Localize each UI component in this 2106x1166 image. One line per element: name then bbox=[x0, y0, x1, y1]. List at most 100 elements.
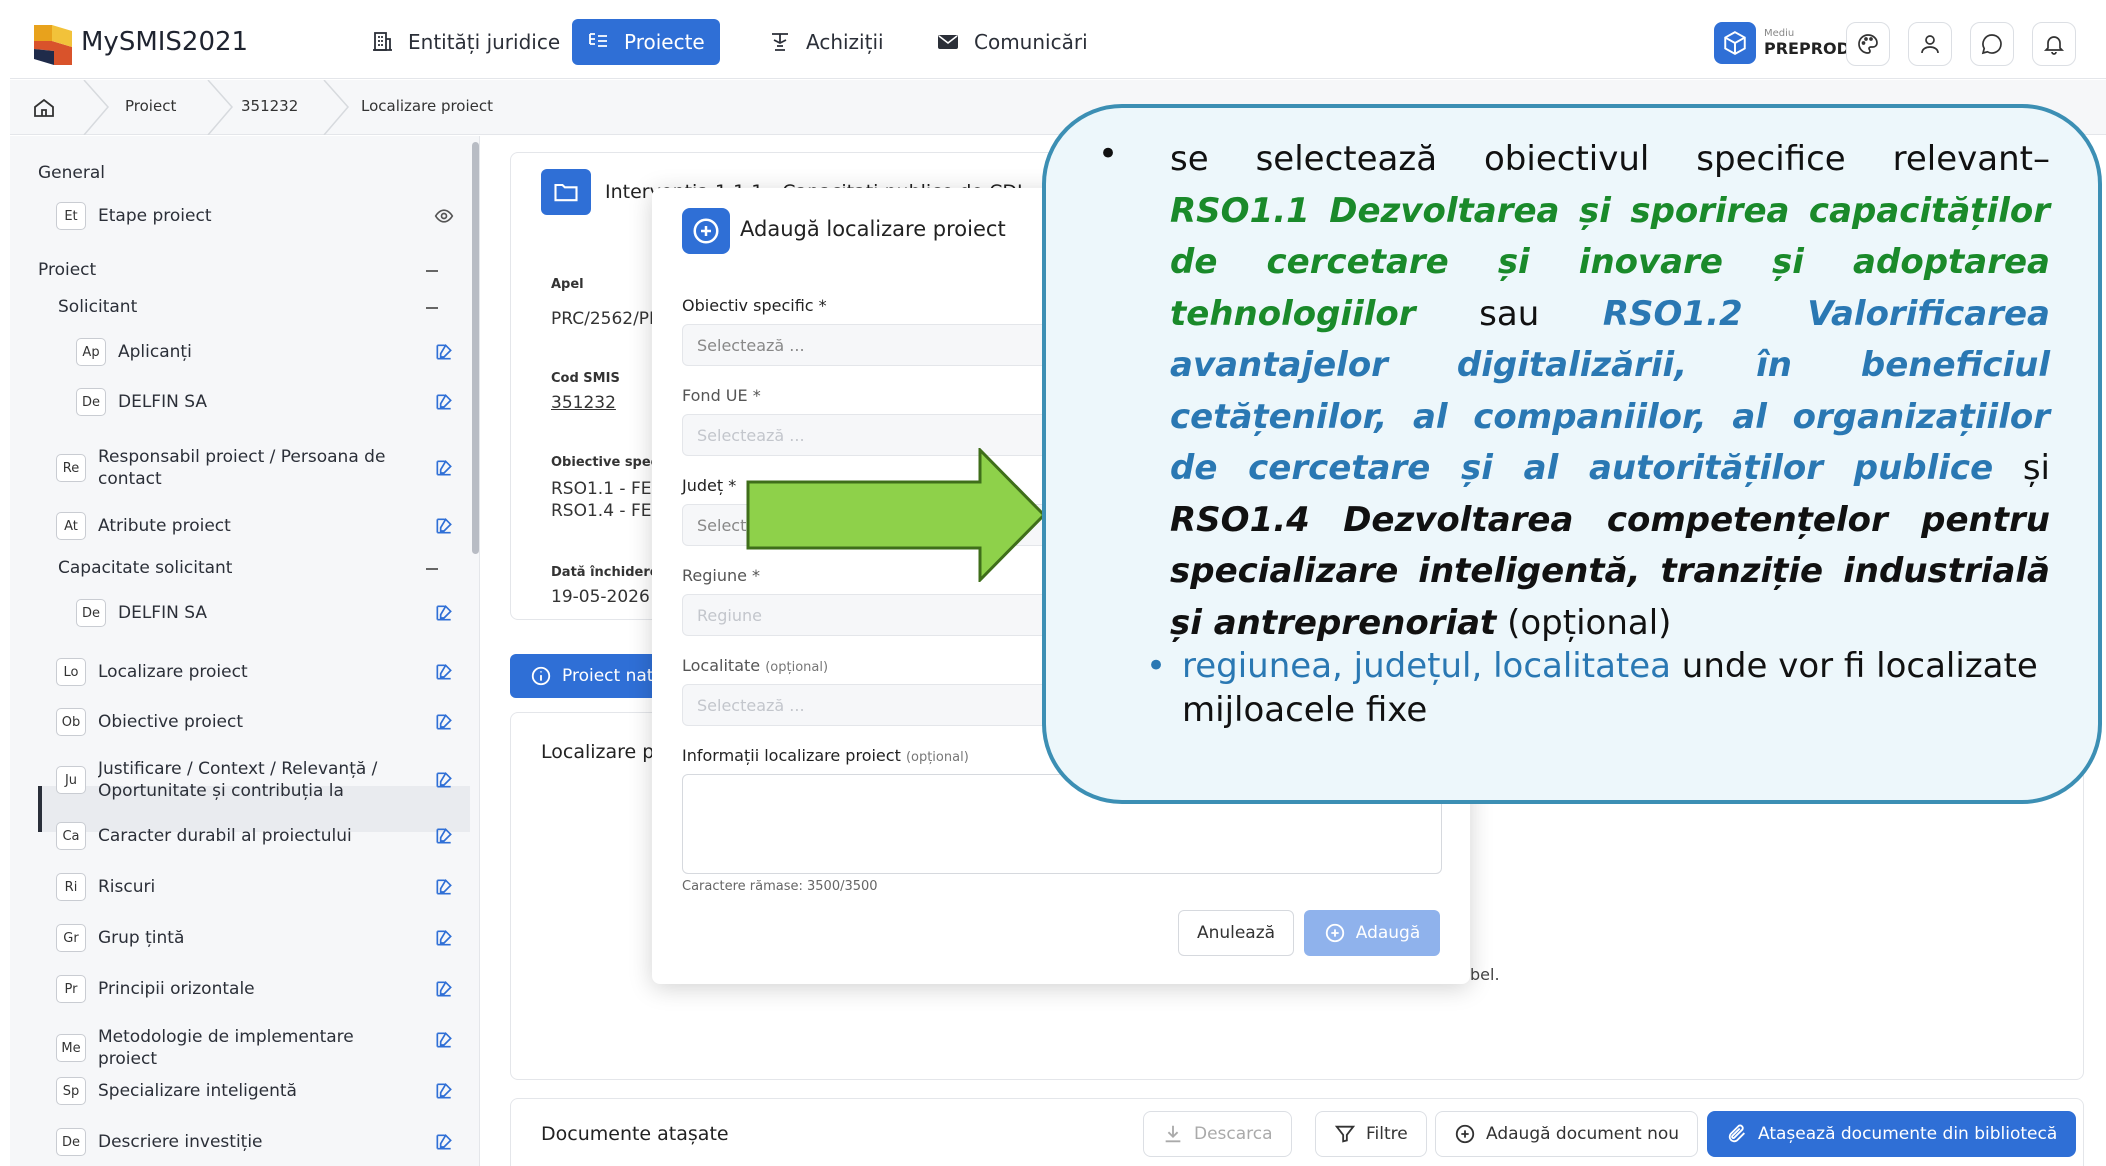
edit-icon[interactable] bbox=[434, 392, 454, 412]
sidebar-item-localizare[interactable]: Lo Localizare proiect bbox=[56, 658, 466, 686]
callout-sub-bullet: • regiunea, județul, localitatea unde vo… bbox=[1146, 646, 2038, 730]
item-label: Aplicanți bbox=[118, 342, 192, 362]
collapse-icon[interactable] bbox=[426, 568, 438, 570]
chat-icon bbox=[1981, 34, 2002, 55]
user-button[interactable] bbox=[1908, 22, 1952, 66]
sidebar-group-solicitant[interactable]: Solicitant bbox=[58, 297, 137, 317]
chat-button[interactable] bbox=[1970, 22, 2014, 66]
item-abbr: Lo bbox=[56, 658, 86, 686]
instruction-callout: • se selectează obiectivul specifice rel… bbox=[1042, 104, 2102, 804]
sidebar-item-grup-tinta[interactable]: Gr Grup țintă bbox=[56, 924, 466, 952]
item-abbr: Ju bbox=[56, 766, 86, 794]
mysmis-logo-icon[interactable] bbox=[32, 21, 74, 65]
sidebar-item-specializare[interactable]: Sp Specializare inteligentă bbox=[56, 1077, 466, 1105]
sidebar-scrollbar[interactable] bbox=[472, 142, 479, 554]
sidebar-item-descriere-investitie[interactable]: De Descriere investiție bbox=[56, 1128, 466, 1156]
item-label: Grup țintă bbox=[98, 928, 185, 948]
collapse-icon[interactable] bbox=[426, 307, 438, 309]
paperclip-icon bbox=[1728, 1124, 1745, 1143]
bullet-icon: • bbox=[1146, 646, 1167, 686]
collapse-icon[interactable] bbox=[426, 270, 438, 272]
sidebar-item-caracter-durabil[interactable]: Ca Caracter durabil al proiectului bbox=[56, 822, 466, 850]
breadcrumb-separator bbox=[207, 80, 233, 135]
button-label: Atașează documente din bibliotecă bbox=[1758, 1124, 2058, 1144]
character-counter: Caractere rămase: 3500/3500 bbox=[682, 879, 878, 894]
edit-icon[interactable] bbox=[434, 662, 454, 682]
sidebar-item-riscuri[interactable]: Ri Riscuri bbox=[56, 873, 466, 901]
button-label: Anulează bbox=[1196, 923, 1276, 943]
filtre-button[interactable]: Filtre bbox=[1315, 1111, 1427, 1157]
sidebar-item-atribute[interactable]: At Atribute proiect bbox=[56, 512, 466, 540]
item-abbr: Sp bbox=[56, 1077, 86, 1105]
download-icon bbox=[1165, 1125, 1181, 1143]
plus-circle-icon bbox=[1325, 923, 1344, 943]
eye-icon[interactable] bbox=[434, 206, 454, 226]
item-label: Specializare inteligentă bbox=[98, 1081, 297, 1101]
item-label: Obiective proiect bbox=[98, 712, 244, 732]
cancel-button[interactable]: Anulează bbox=[1178, 910, 1294, 956]
item-abbr: Me bbox=[56, 1034, 86, 1062]
top-navbar: MySMIS2021 Entități juridice Proiecte Ac… bbox=[10, 5, 2106, 79]
item-abbr: Ca bbox=[56, 822, 86, 850]
edit-icon[interactable] bbox=[434, 1081, 454, 1101]
nav-entitati-juridice[interactable]: Entități juridice bbox=[356, 19, 574, 65]
edit-icon[interactable] bbox=[434, 770, 454, 790]
edit-icon[interactable] bbox=[434, 458, 454, 478]
breadcrumb-project-id[interactable]: 351232 bbox=[241, 97, 298, 115]
plus-circle-icon bbox=[1455, 1124, 1475, 1144]
sidebar-group-proiect[interactable]: Proiect bbox=[38, 260, 96, 280]
cube-icon bbox=[1714, 22, 1756, 64]
edit-icon[interactable] bbox=[434, 342, 454, 362]
obiectiv-specific-label: Obiectiv specific * bbox=[682, 296, 827, 315]
sidebar-item-responsabil[interactable]: Re Responsabil proiect / Persoana de con… bbox=[56, 446, 466, 490]
background-text: bel. bbox=[1470, 965, 1500, 984]
descarca-button[interactable]: Descarca bbox=[1143, 1111, 1292, 1157]
edit-icon[interactable] bbox=[434, 712, 454, 732]
sidebar-item-etape[interactable]: Et Etape proiect bbox=[56, 202, 466, 230]
sidebar-item-principii[interactable]: Pr Principii orizontale bbox=[56, 975, 466, 1003]
breadcrumb-separator bbox=[83, 80, 109, 135]
notifications-button[interactable] bbox=[2032, 22, 2076, 66]
folder-icon bbox=[541, 169, 591, 215]
environment-badge[interactable]: Mediu PREPROD bbox=[1714, 20, 1850, 66]
nav-comunicari[interactable]: Comunicări bbox=[922, 19, 1102, 65]
select-placeholder: Selectează ... bbox=[697, 695, 805, 715]
bell-icon bbox=[2043, 36, 2065, 55]
edit-icon[interactable] bbox=[434, 928, 454, 948]
sidebar-item-obiective[interactable]: Ob Obiective proiect bbox=[56, 708, 466, 736]
cod-smis-label: Cod SMIS bbox=[551, 371, 620, 386]
edit-icon[interactable] bbox=[434, 516, 454, 536]
breadcrumb-proiect[interactable]: Proiect bbox=[125, 97, 176, 115]
nav-label: Proiecte bbox=[624, 30, 705, 54]
item-label: Responsabil proiect / Persoana de contac… bbox=[98, 447, 386, 489]
add-button[interactable]: Adaugă bbox=[1304, 910, 1440, 956]
sidebar-item-delfin-capacitate[interactable]: De DELFIN SA bbox=[76, 599, 466, 627]
nav-achizitii[interactable]: Achiziții bbox=[754, 19, 898, 65]
item-label: Localizare proiect bbox=[98, 662, 248, 682]
button-label: Adaugă bbox=[1355, 923, 1421, 943]
envelope-icon bbox=[938, 35, 958, 49]
nav-proiecte[interactable]: Proiecte bbox=[572, 19, 720, 65]
sidebar-item-delfin[interactable]: De DELFIN SA bbox=[76, 388, 466, 416]
item-abbr: Gr bbox=[56, 924, 86, 952]
sidebar-item-aplicanti[interactable]: Ap Aplicanți bbox=[76, 338, 466, 366]
sidebar-item-metodologie[interactable]: Me Metodologie de implementare proiect bbox=[56, 1026, 466, 1070]
edit-icon[interactable] bbox=[434, 826, 454, 846]
edit-icon[interactable] bbox=[434, 1132, 454, 1152]
breadcrumb-current: Localizare proiect bbox=[361, 97, 494, 115]
app-name[interactable]: MySMIS2021 bbox=[81, 27, 248, 57]
sidebar-group-capacitate[interactable]: Capacitate solicitant bbox=[58, 558, 232, 578]
edit-icon[interactable] bbox=[434, 1030, 454, 1050]
palette-button[interactable] bbox=[1846, 22, 1890, 66]
edit-icon[interactable] bbox=[434, 979, 454, 999]
data-inchidere-label: Dată închidere bbox=[551, 565, 659, 580]
env-caption: Mediu bbox=[1764, 28, 1795, 39]
home-icon[interactable] bbox=[32, 96, 56, 120]
adauga-document-button[interactable]: Adaugă document nou bbox=[1435, 1111, 1699, 1157]
edit-icon[interactable] bbox=[434, 877, 454, 897]
cod-smis-value[interactable]: 351232 bbox=[551, 393, 616, 413]
documente-card: Documente atașate Descarca Filtre Adaugă… bbox=[510, 1098, 2084, 1166]
sidebar-item-justificare[interactable]: Ju Justificare / Context / Relevanță / O… bbox=[56, 758, 466, 802]
ataseaza-documente-button[interactable]: Atașează documente din bibliotecă bbox=[1707, 1111, 2077, 1157]
edit-icon[interactable] bbox=[434, 603, 454, 623]
